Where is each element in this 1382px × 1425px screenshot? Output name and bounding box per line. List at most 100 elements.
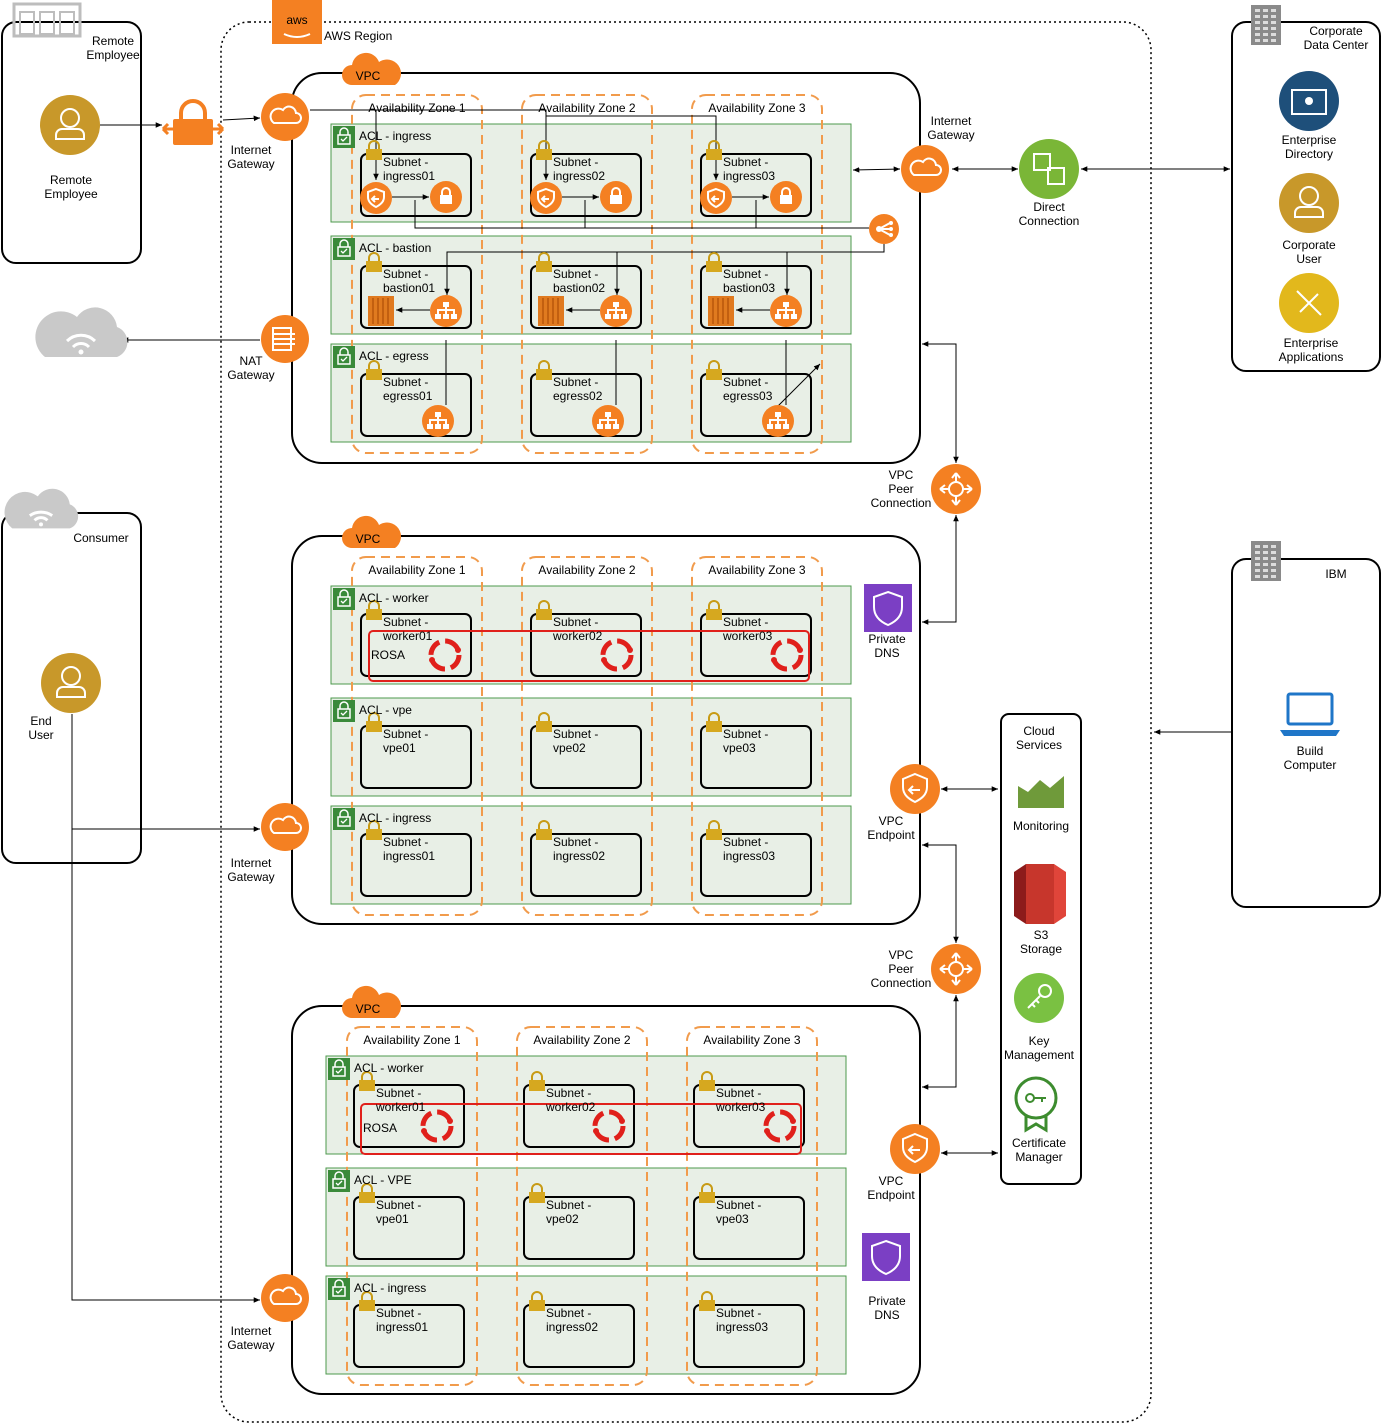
vpc1-ingress-lock-icon-3 — [770, 181, 802, 213]
vpc2-acl-2-label: ACL - ingress — [359, 811, 431, 825]
vpc3-az-2-label: Availability Zone 2 — [533, 1033, 630, 1047]
vpc-peer-connection-2-label: VPC Peer Connection — [871, 948, 932, 990]
vpc1-ingress-lock-icon-2 — [600, 181, 632, 213]
private-dns-1-route53-icon — [864, 584, 912, 632]
remote-employee-person-icon — [40, 95, 100, 155]
vpc2-vpc-label: VPC — [356, 532, 381, 546]
vpc1-subnet-name-ingress03: ingress03 — [723, 169, 775, 183]
ibm-group-title: IBM — [1325, 567, 1346, 581]
vpc3-subnet-name-vpe01: vpe01 — [376, 1212, 409, 1226]
vpc2-subnet-prefix: Subnet - — [553, 727, 598, 741]
vpc3-subnet-name-ingress03: ingress03 — [716, 1320, 768, 1334]
vpc2-acl-0-label: ACL - worker — [359, 591, 429, 605]
consumer-group-title: Consumer — [73, 531, 128, 545]
internet-gateway-vpc1-label: Internet Gateway — [227, 143, 274, 171]
vpc1-bastion-ec2-icon-3 — [708, 296, 734, 326]
s3-storage-label: S3 Storage — [1020, 928, 1062, 956]
internet-gateway-dc-label: Internet Gateway — [927, 114, 974, 142]
corporate-group-title: Corporate Data Center — [1304, 24, 1369, 52]
vpc1-waf-shield-icon-2 — [530, 182, 562, 214]
end-user-person-icon — [41, 653, 101, 713]
vpc3-subnet-name-ingress02: ingress02 — [546, 1320, 598, 1334]
vpc1-subnet-name-ingress01: ingress01 — [383, 169, 435, 183]
private-dns-2-label: Private DNS — [868, 1294, 906, 1322]
vpc3-acl-0-label: ACL - worker — [354, 1061, 424, 1075]
remote-employee-group-title: Remote Employee — [86, 34, 140, 62]
end-user-to-igw2-arrow — [71, 714, 260, 832]
enterprise-directory-label: Enterprise Directory — [1282, 133, 1337, 161]
peer2-to-vpc3 — [922, 995, 959, 1090]
vpc-peer-connection-2-icon — [931, 944, 981, 994]
monitoring-icon — [1018, 776, 1064, 808]
vpc3-subnet-name-worker03: worker03 — [715, 1100, 766, 1114]
vpc1-subnet-name-ingress02: ingress02 — [553, 169, 605, 183]
vpc2-subnet-name-worker01: worker01 — [382, 629, 433, 643]
s3-storage-icon — [1014, 864, 1066, 924]
end-user-to-igw3-arrow — [71, 829, 260, 1303]
vpc2-subnet-name-vpe02: vpe02 — [553, 741, 586, 755]
vpc2-subnet-prefix: Subnet - — [383, 615, 428, 629]
vpc1-subnet-prefix: Subnet - — [383, 267, 428, 281]
vpc2-acl-1-badge-icon — [333, 700, 355, 722]
vpc3-subnet-prefix: Subnet - — [546, 1086, 591, 1100]
vpc2-subnet-name-worker02: worker02 — [552, 629, 603, 643]
vpc1-subnet-name-bastion03: bastion03 — [723, 281, 775, 295]
vpc3-subnet-prefix: Subnet - — [716, 1198, 761, 1212]
vpc3-subnet-prefix: Subnet - — [546, 1306, 591, 1320]
vpc1-subnet-prefix: Subnet - — [553, 267, 598, 281]
vpc2-az-3-label: Availability Zone 3 — [708, 563, 805, 577]
vpc3-acl-1-label: ACL - VPE — [354, 1173, 412, 1187]
key-management-icon — [1014, 973, 1064, 1023]
vpc3-az-1-label: Availability Zone 1 — [363, 1033, 460, 1047]
vpc2-subnet-prefix: Subnet - — [383, 727, 428, 741]
vpc3-subnet-name-vpe02: vpe02 — [546, 1212, 579, 1226]
vpc-endpoint-1-label: VPC Endpoint — [867, 814, 915, 842]
architecture-diagram: aws AWS Region VPC ACL - ingress ACL - basti… — [1, 0, 1381, 1423]
vpc1-bastion-lb-icon-3 — [770, 295, 802, 327]
vpc3-subnet-name-worker01: worker01 — [375, 1100, 426, 1114]
vpn-to-igw-arrow — [222, 115, 261, 122]
vpc2-az-1-label: Availability Zone 1 — [368, 563, 465, 577]
vpc1-to-peer1 — [922, 341, 959, 463]
corporate-user-person-icon — [1279, 173, 1339, 233]
vpc1-distributor-icon — [869, 214, 899, 244]
remote-employee-person-label: Remote Employee — [44, 173, 98, 201]
vpc-endpoint-1-icon — [890, 764, 940, 814]
vpc1-subnet-prefix: Subnet - — [383, 375, 428, 389]
vpc1-acl-0-badge-icon — [333, 126, 355, 148]
vpc1-to-igw-dc — [852, 166, 901, 173]
key-management-label: Key Management — [1004, 1034, 1075, 1062]
cloud-services-title: Cloud Services — [1016, 724, 1062, 752]
enterprise-applications-icon — [1279, 273, 1339, 333]
aws-logo-text: aws — [286, 13, 307, 27]
enterprise-directory-icon — [1279, 71, 1339, 131]
vpc2-subnet-prefix: Subnet - — [723, 615, 768, 629]
internet-gateway-vpc2-label: Internet Gateway — [227, 856, 274, 884]
vpc3-subnet-prefix: Subnet - — [546, 1198, 591, 1212]
vpc1-bastion-ec2-icon-1 — [368, 296, 394, 326]
internet-gateway-vpc2-icon — [261, 803, 309, 851]
vpc2-subnet-name-ingress01: ingress01 — [383, 849, 435, 863]
vpc1-egress-lb-icon-2 — [592, 405, 624, 437]
vpc1-subnet-prefix: Subnet - — [553, 155, 598, 169]
vpc1-subnet-prefix: Subnet - — [723, 375, 768, 389]
vpc3-acl-2-label: ACL - ingress — [354, 1281, 426, 1295]
certificate-manager-label: Certificate Manager — [1012, 1136, 1066, 1164]
vpc1-subnet-name-egress01: egress01 — [383, 389, 433, 403]
vpc-peer-connection-1-label: VPC Peer Connection — [871, 468, 932, 510]
vpc3-acl-1-badge-icon — [328, 1170, 350, 1192]
vpc1-acl-2-badge-icon — [333, 346, 355, 368]
vpc3-subnet-prefix: Subnet - — [716, 1306, 761, 1320]
ibm-building-icon — [1251, 541, 1281, 581]
nat-gateway-icon — [261, 315, 309, 363]
corporate-user-label: Corporate User — [1282, 238, 1336, 266]
direct-connection-label: Direct Connection — [1019, 200, 1080, 228]
certificate-manager-icon — [1014, 1076, 1058, 1133]
vpc1-subnet-name-bastion01: bastion01 — [383, 281, 435, 295]
vpc2-subnet-prefix: Subnet - — [553, 615, 598, 629]
vpc1-subnet-name-bastion02: bastion02 — [553, 281, 605, 295]
vpc1-ingress-lock-icon-1 — [430, 181, 462, 213]
vpc3-vpc-label: VPC — [356, 1002, 381, 1016]
vpc1-vpc-label: VPC — [356, 69, 381, 83]
private-dns-1-label: Private DNS — [868, 632, 906, 660]
